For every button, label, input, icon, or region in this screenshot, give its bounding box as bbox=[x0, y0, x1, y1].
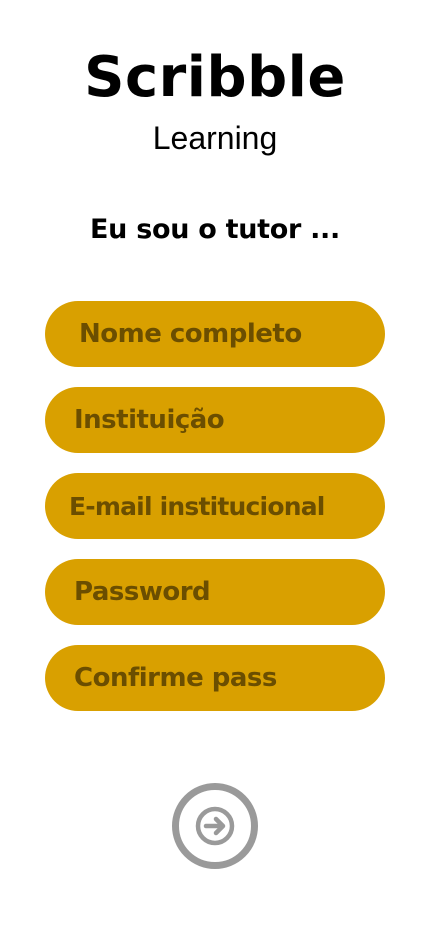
full-name-field bbox=[45, 301, 385, 367]
full-name-input[interactable] bbox=[45, 301, 385, 367]
password-input[interactable] bbox=[45, 559, 385, 625]
app-subtitle: Learning bbox=[152, 120, 278, 156]
institutional-email-field bbox=[45, 473, 385, 539]
institution-field bbox=[45, 387, 385, 453]
confirm-password-input[interactable] bbox=[45, 645, 385, 711]
arrow-right-icon bbox=[195, 806, 235, 846]
institutional-email-input[interactable] bbox=[45, 473, 385, 539]
app-title: Scribble bbox=[84, 45, 346, 110]
institution-input[interactable] bbox=[45, 387, 385, 453]
role-heading: Eu sou o tutor ... bbox=[90, 214, 340, 245]
next-button[interactable] bbox=[172, 783, 258, 869]
password-field bbox=[45, 559, 385, 625]
confirm-password-field bbox=[45, 645, 385, 711]
